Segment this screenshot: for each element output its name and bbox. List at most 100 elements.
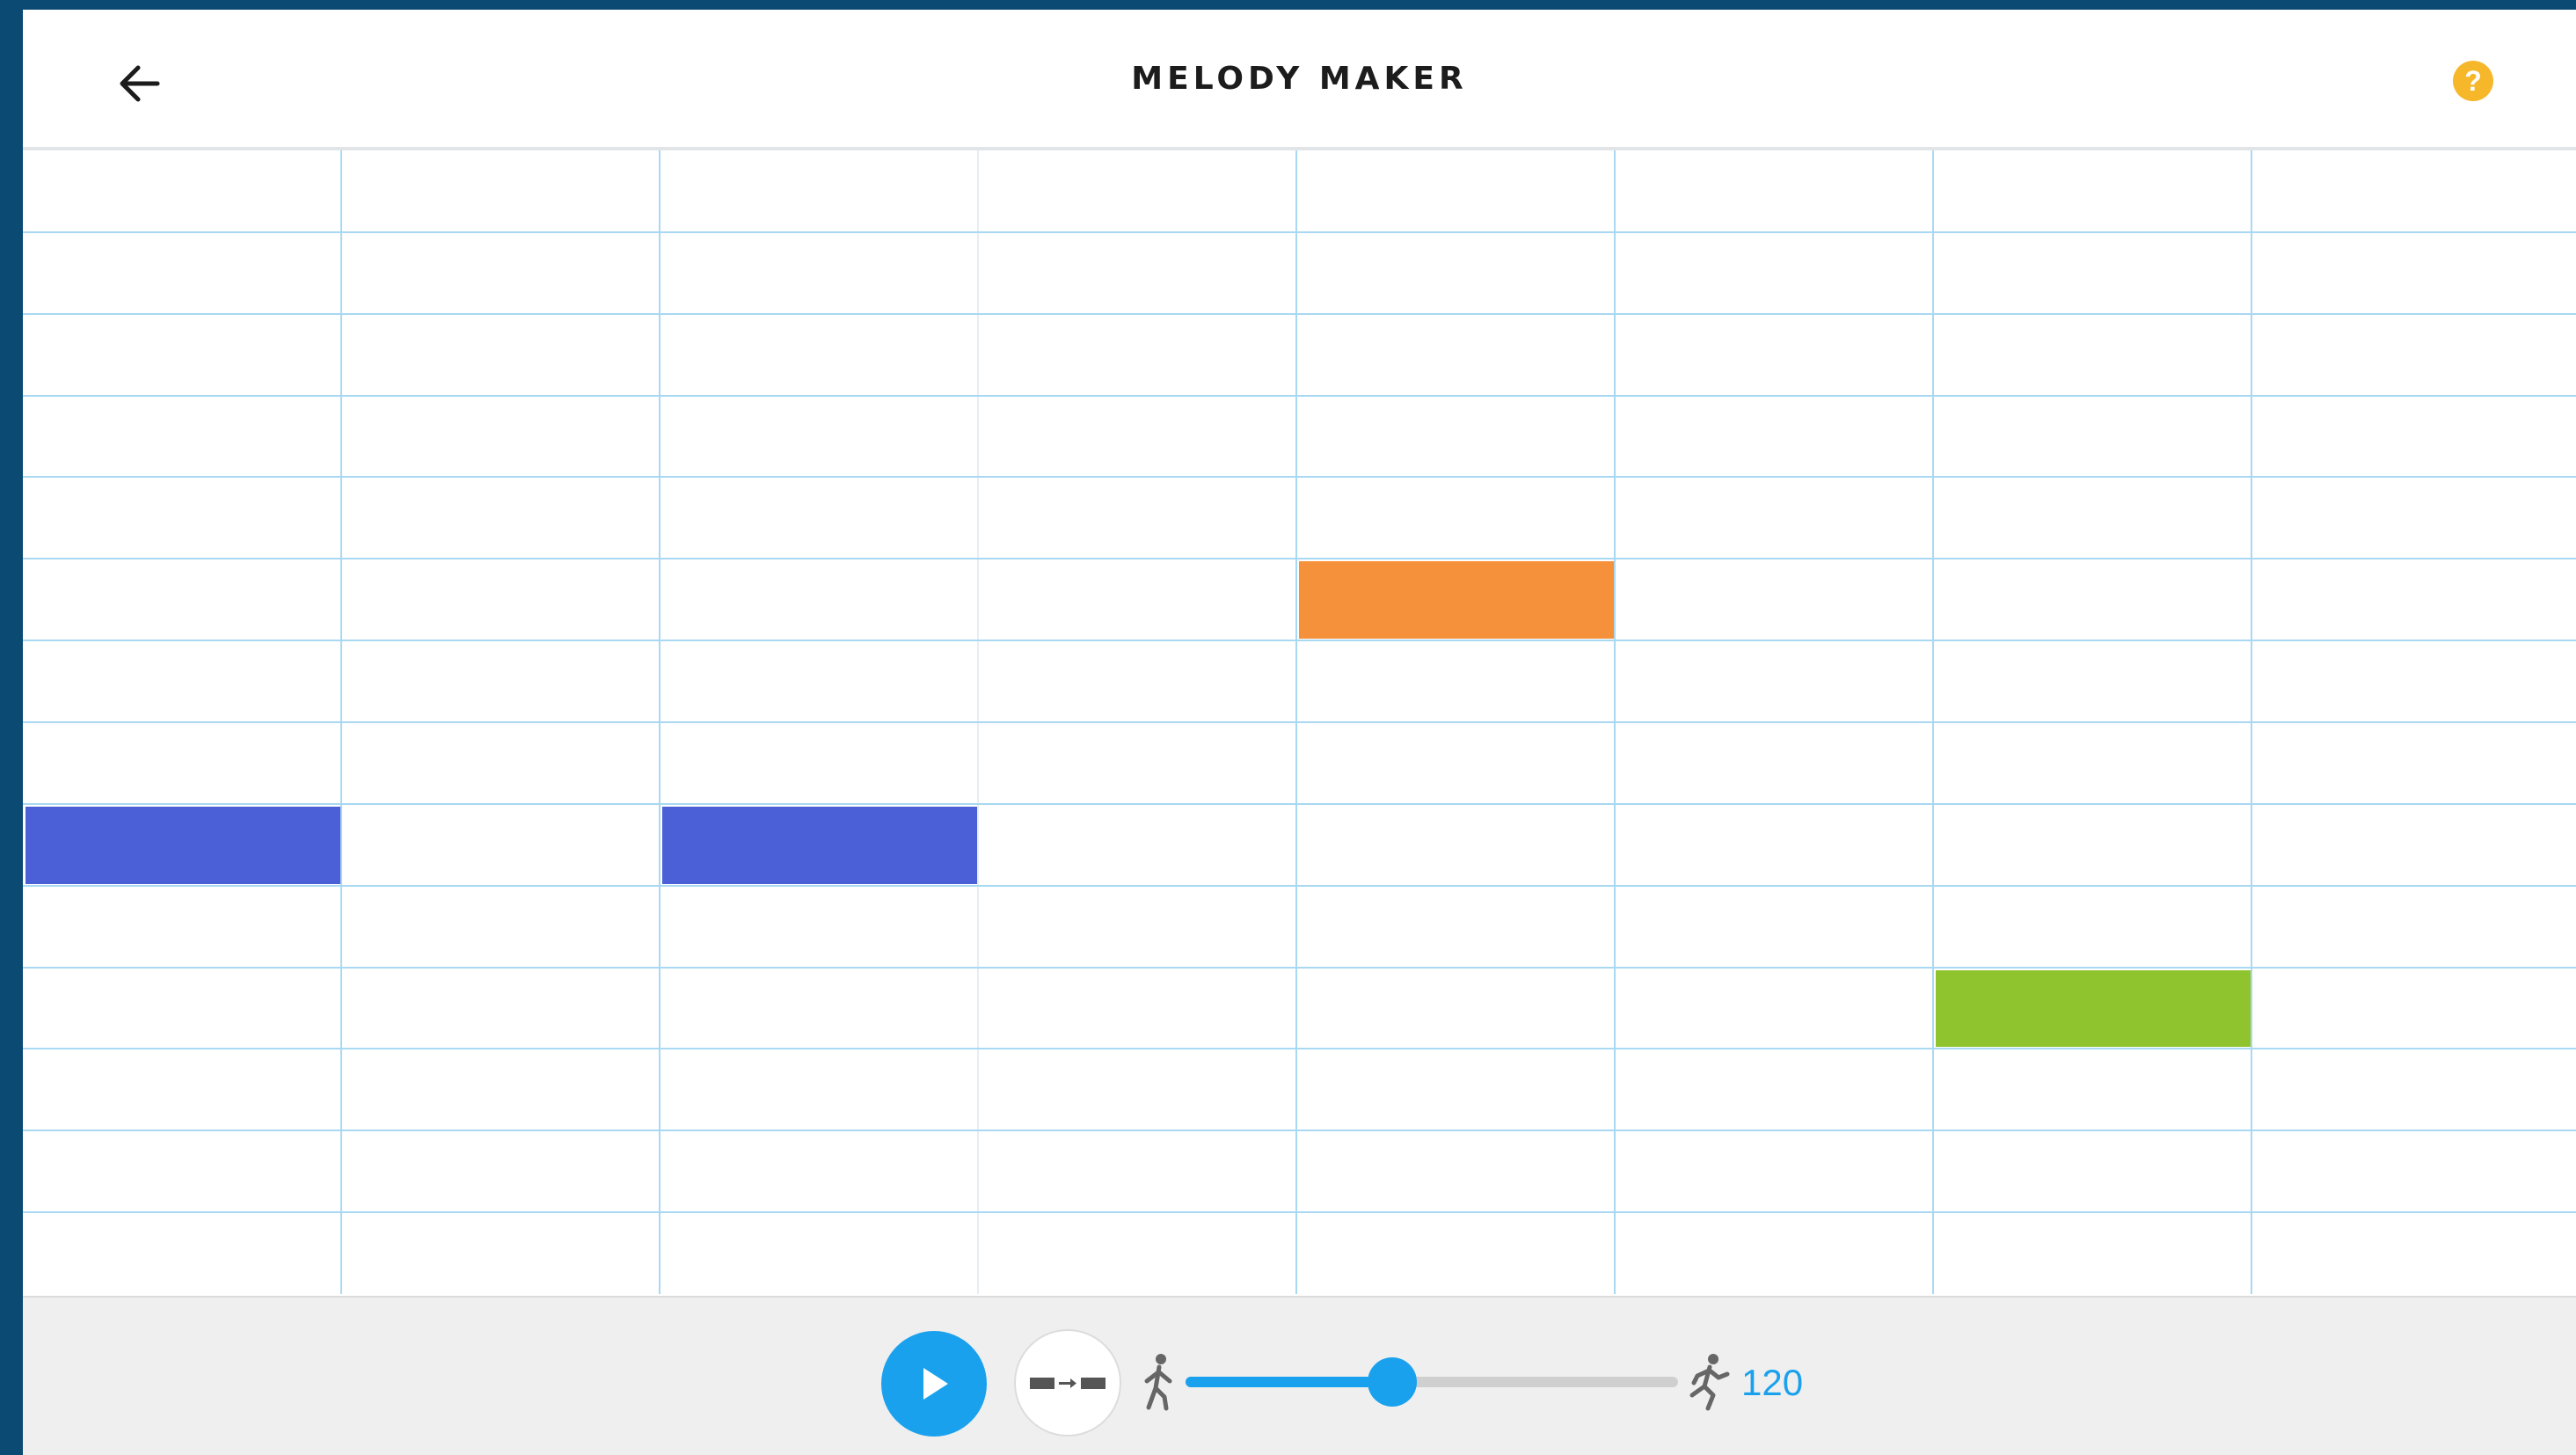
- grid-cell[interactable]: [2251, 640, 2570, 722]
- grid-cell[interactable]: [1615, 314, 1933, 396]
- grid-cell[interactable]: [341, 1130, 660, 1212]
- grid-cell[interactable]: [1296, 396, 1615, 478]
- grid-cell[interactable]: [23, 1049, 341, 1130]
- grid-cell[interactable]: [2251, 150, 2570, 232]
- grid-cell[interactable]: [978, 396, 1296, 478]
- grid-cell[interactable]: [978, 559, 1296, 640]
- grid-cell[interactable]: [23, 1130, 341, 1212]
- grid-cell[interactable]: [1933, 559, 2251, 640]
- grid-cell[interactable]: [2251, 559, 2570, 640]
- grid-cell[interactable]: [1296, 886, 1615, 968]
- grid-cell[interactable]: [1933, 477, 2251, 559]
- grid-cell[interactable]: [341, 722, 660, 804]
- grid-cell[interactable]: [1615, 722, 1933, 804]
- grid-cell[interactable]: [1933, 886, 2251, 968]
- grid-cell[interactable]: [1933, 314, 2251, 396]
- melody-grid[interactable]: [23, 150, 2576, 1294]
- grid-cell[interactable]: [660, 232, 978, 314]
- grid-cell[interactable]: [1615, 804, 1933, 886]
- grid-cell[interactable]: [2251, 804, 2570, 886]
- grid-cell[interactable]: [660, 1130, 978, 1212]
- grid-cell[interactable]: [341, 1049, 660, 1130]
- grid-cell[interactable]: [1615, 1049, 1933, 1130]
- grid-cell[interactable]: [1615, 1130, 1933, 1212]
- grid-cell[interactable]: [1296, 1049, 1615, 1130]
- grid-cell[interactable]: [2251, 1130, 2570, 1212]
- grid-cell[interactable]: [341, 314, 660, 396]
- grid-cell[interactable]: [23, 559, 341, 640]
- grid-cell[interactable]: [1933, 232, 2251, 314]
- grid-cell[interactable]: [23, 314, 341, 396]
- grid-cell[interactable]: [2251, 477, 2570, 559]
- grid-cell[interactable]: [23, 968, 341, 1049]
- grid-cell[interactable]: [1933, 396, 2251, 478]
- grid-cell[interactable]: [1933, 722, 2251, 804]
- grid-cell[interactable]: [1615, 886, 1933, 968]
- grid-cell[interactable]: [23, 150, 341, 232]
- grid-cell[interactable]: [978, 1212, 1296, 1294]
- grid-cell[interactable]: [660, 1049, 978, 1130]
- grid-cell[interactable]: [1296, 477, 1615, 559]
- grid-cell[interactable]: [660, 722, 978, 804]
- note-block[interactable]: [1299, 561, 1614, 640]
- grid-cell[interactable]: [978, 968, 1296, 1049]
- grid-cell[interactable]: [341, 396, 660, 478]
- grid-cell[interactable]: [23, 886, 341, 968]
- grid-cell[interactable]: [341, 477, 660, 559]
- grid-cell[interactable]: [660, 314, 978, 396]
- grid-cell[interactable]: [978, 477, 1296, 559]
- grid-cell[interactable]: [660, 150, 978, 232]
- grid-cell[interactable]: [23, 477, 341, 559]
- grid-cell[interactable]: [341, 968, 660, 1049]
- grid-cell[interactable]: [1296, 150, 1615, 232]
- grid-cell[interactable]: [2251, 314, 2570, 396]
- grid-cell[interactable]: [341, 804, 660, 886]
- grid-cell[interactable]: [1296, 314, 1615, 396]
- grid-cell[interactable]: [1296, 640, 1615, 722]
- grid-cell[interactable]: [2251, 396, 2570, 478]
- grid-cell[interactable]: [660, 1212, 978, 1294]
- grid-cell[interactable]: [1933, 1049, 2251, 1130]
- grid-cell[interactable]: [341, 640, 660, 722]
- tempo-slider-thumb[interactable]: [1368, 1357, 1418, 1407]
- grid-cell[interactable]: [978, 1049, 1296, 1130]
- help-button[interactable]: ?: [2453, 61, 2493, 101]
- grid-cell[interactable]: [660, 559, 978, 640]
- note-block[interactable]: [1936, 969, 2251, 1048]
- grid-cell[interactable]: [23, 396, 341, 478]
- grid-cell[interactable]: [1296, 1130, 1615, 1212]
- grid-cell[interactable]: [660, 640, 978, 722]
- grid-cell[interactable]: [1933, 804, 2251, 886]
- grid-cell[interactable]: [2251, 968, 2570, 1049]
- grid-cell[interactable]: [660, 968, 978, 1049]
- grid-cell[interactable]: [2251, 232, 2570, 314]
- grid-cell[interactable]: [23, 1212, 341, 1294]
- grid-cell[interactable]: [660, 477, 978, 559]
- note-block[interactable]: [26, 806, 340, 884]
- grid-cell[interactable]: [341, 559, 660, 640]
- grid-cell[interactable]: [2251, 1212, 2570, 1294]
- grid-cell[interactable]: [1933, 1130, 2251, 1212]
- grid-cell[interactable]: [341, 1212, 660, 1294]
- grid-cell[interactable]: [1615, 559, 1933, 640]
- grid-cell[interactable]: [1933, 640, 2251, 722]
- grid-cell[interactable]: [23, 232, 341, 314]
- note-block[interactable]: [662, 806, 977, 884]
- grid-cell[interactable]: [978, 886, 1296, 968]
- grid-cell[interactable]: [978, 640, 1296, 722]
- grid-cell[interactable]: [978, 314, 1296, 396]
- grid-cell[interactable]: [341, 232, 660, 314]
- grid-cell[interactable]: [660, 396, 978, 478]
- grid-cell[interactable]: [978, 1130, 1296, 1212]
- grid-cell[interactable]: [1615, 150, 1933, 232]
- grid-cell[interactable]: [1615, 477, 1933, 559]
- grid-cell[interactable]: [341, 150, 660, 232]
- grid-cell[interactable]: [1615, 968, 1933, 1049]
- grid-cell[interactable]: [2251, 722, 2570, 804]
- play-button[interactable]: [881, 1331, 987, 1437]
- grid-cell[interactable]: [2251, 886, 2570, 968]
- grid-cell[interactable]: [1296, 232, 1615, 314]
- grid-cell[interactable]: [1933, 150, 2251, 232]
- grid-cell[interactable]: [1296, 804, 1615, 886]
- grid-cell[interactable]: [1615, 1212, 1933, 1294]
